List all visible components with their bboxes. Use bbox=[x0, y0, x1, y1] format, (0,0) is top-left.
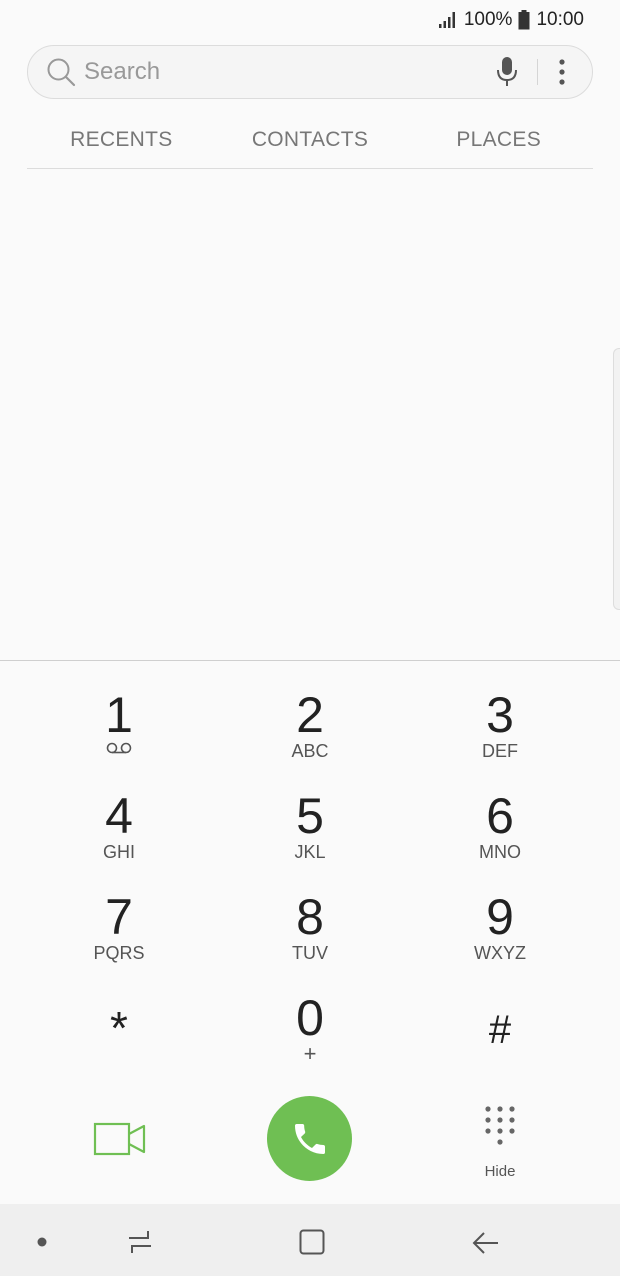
status-bar: 100% 10:00 bbox=[0, 0, 620, 40]
key-digit: # bbox=[488, 1008, 512, 1052]
key-letters: + bbox=[303, 1041, 317, 1066]
key-letters: DEF bbox=[482, 741, 518, 761]
search-bar[interactable]: Search bbox=[27, 45, 593, 99]
key-9[interactable]: 9 WXYZ bbox=[397, 863, 603, 964]
tab-bar: RECENTS CONTACTS PLACES bbox=[27, 112, 593, 169]
key-digit: 6 bbox=[486, 788, 514, 844]
key-letters: GHI bbox=[102, 842, 135, 862]
hide-label: Hide bbox=[484, 1163, 516, 1180]
signal-icon bbox=[438, 12, 455, 28]
key-digit: 9 bbox=[486, 889, 514, 945]
dialer-actions: Hide bbox=[0, 1096, 620, 1186]
tab-places[interactable]: PLACES bbox=[404, 112, 593, 168]
key-7[interactable]: 7 PQRS bbox=[16, 863, 222, 964]
call-button[interactable] bbox=[267, 1096, 352, 1181]
video-call-icon[interactable] bbox=[93, 1121, 147, 1157]
tab-contacts[interactable]: CONTACTS bbox=[216, 112, 405, 168]
battery-percent: 100% bbox=[463, 9, 513, 30]
microphone-icon[interactable] bbox=[495, 56, 519, 88]
navigation-bar bbox=[0, 1204, 620, 1276]
search-icon bbox=[47, 58, 76, 87]
key-2[interactable]: 2 ABC bbox=[207, 661, 413, 762]
key-hash[interactable]: # bbox=[397, 964, 603, 1065]
voicemail-icon bbox=[106, 742, 132, 754]
key-4[interactable]: 4 GHI bbox=[16, 762, 222, 863]
key-digit: 8 bbox=[296, 889, 324, 945]
key-digit: 5 bbox=[296, 788, 324, 844]
key-digit: 7 bbox=[105, 889, 133, 945]
key-0[interactable]: 0 + bbox=[207, 964, 413, 1065]
key-letters: TUV bbox=[292, 943, 328, 963]
phone-icon bbox=[294, 1123, 325, 1154]
battery-icon bbox=[518, 10, 530, 30]
key-6[interactable]: 6 MNO bbox=[397, 762, 603, 863]
key-digit: 0 bbox=[296, 990, 324, 1046]
key-digit: 2 bbox=[296, 687, 324, 743]
key-1[interactable]: 1 bbox=[16, 661, 222, 762]
key-letters: ABC bbox=[291, 741, 329, 761]
key-letters: PQRS bbox=[93, 943, 145, 963]
back-icon[interactable] bbox=[472, 1230, 500, 1256]
recent-apps-icon[interactable] bbox=[126, 1228, 154, 1256]
clock: 10:00 bbox=[536, 9, 584, 30]
key-5[interactable]: 5 JKL bbox=[207, 762, 413, 863]
home-icon[interactable] bbox=[298, 1228, 326, 1256]
key-8[interactable]: 8 TUV bbox=[207, 863, 413, 964]
search-divider bbox=[537, 59, 538, 85]
dot-indicator-icon[interactable] bbox=[36, 1236, 48, 1248]
key-digit: 4 bbox=[105, 788, 133, 844]
key-digit: 3 bbox=[486, 687, 514, 743]
key-digit: 1 bbox=[105, 687, 133, 743]
keypad-grid-icon bbox=[485, 1106, 515, 1145]
more-options-icon[interactable] bbox=[558, 58, 566, 86]
key-letters: MNO bbox=[479, 842, 521, 862]
search-input[interactable]: Search bbox=[84, 58, 495, 86]
edge-panel-handle[interactable] bbox=[613, 348, 620, 610]
key-letters: JKL bbox=[294, 842, 326, 862]
key-digit: * bbox=[110, 1002, 128, 1054]
key-star[interactable]: * bbox=[16, 964, 222, 1065]
tab-recents[interactable]: RECENTS bbox=[27, 112, 216, 168]
hide-keypad-button[interactable]: Hide bbox=[460, 1104, 540, 1180]
key-3[interactable]: 3 DEF bbox=[397, 661, 603, 762]
key-letters: WXYZ bbox=[474, 943, 526, 963]
